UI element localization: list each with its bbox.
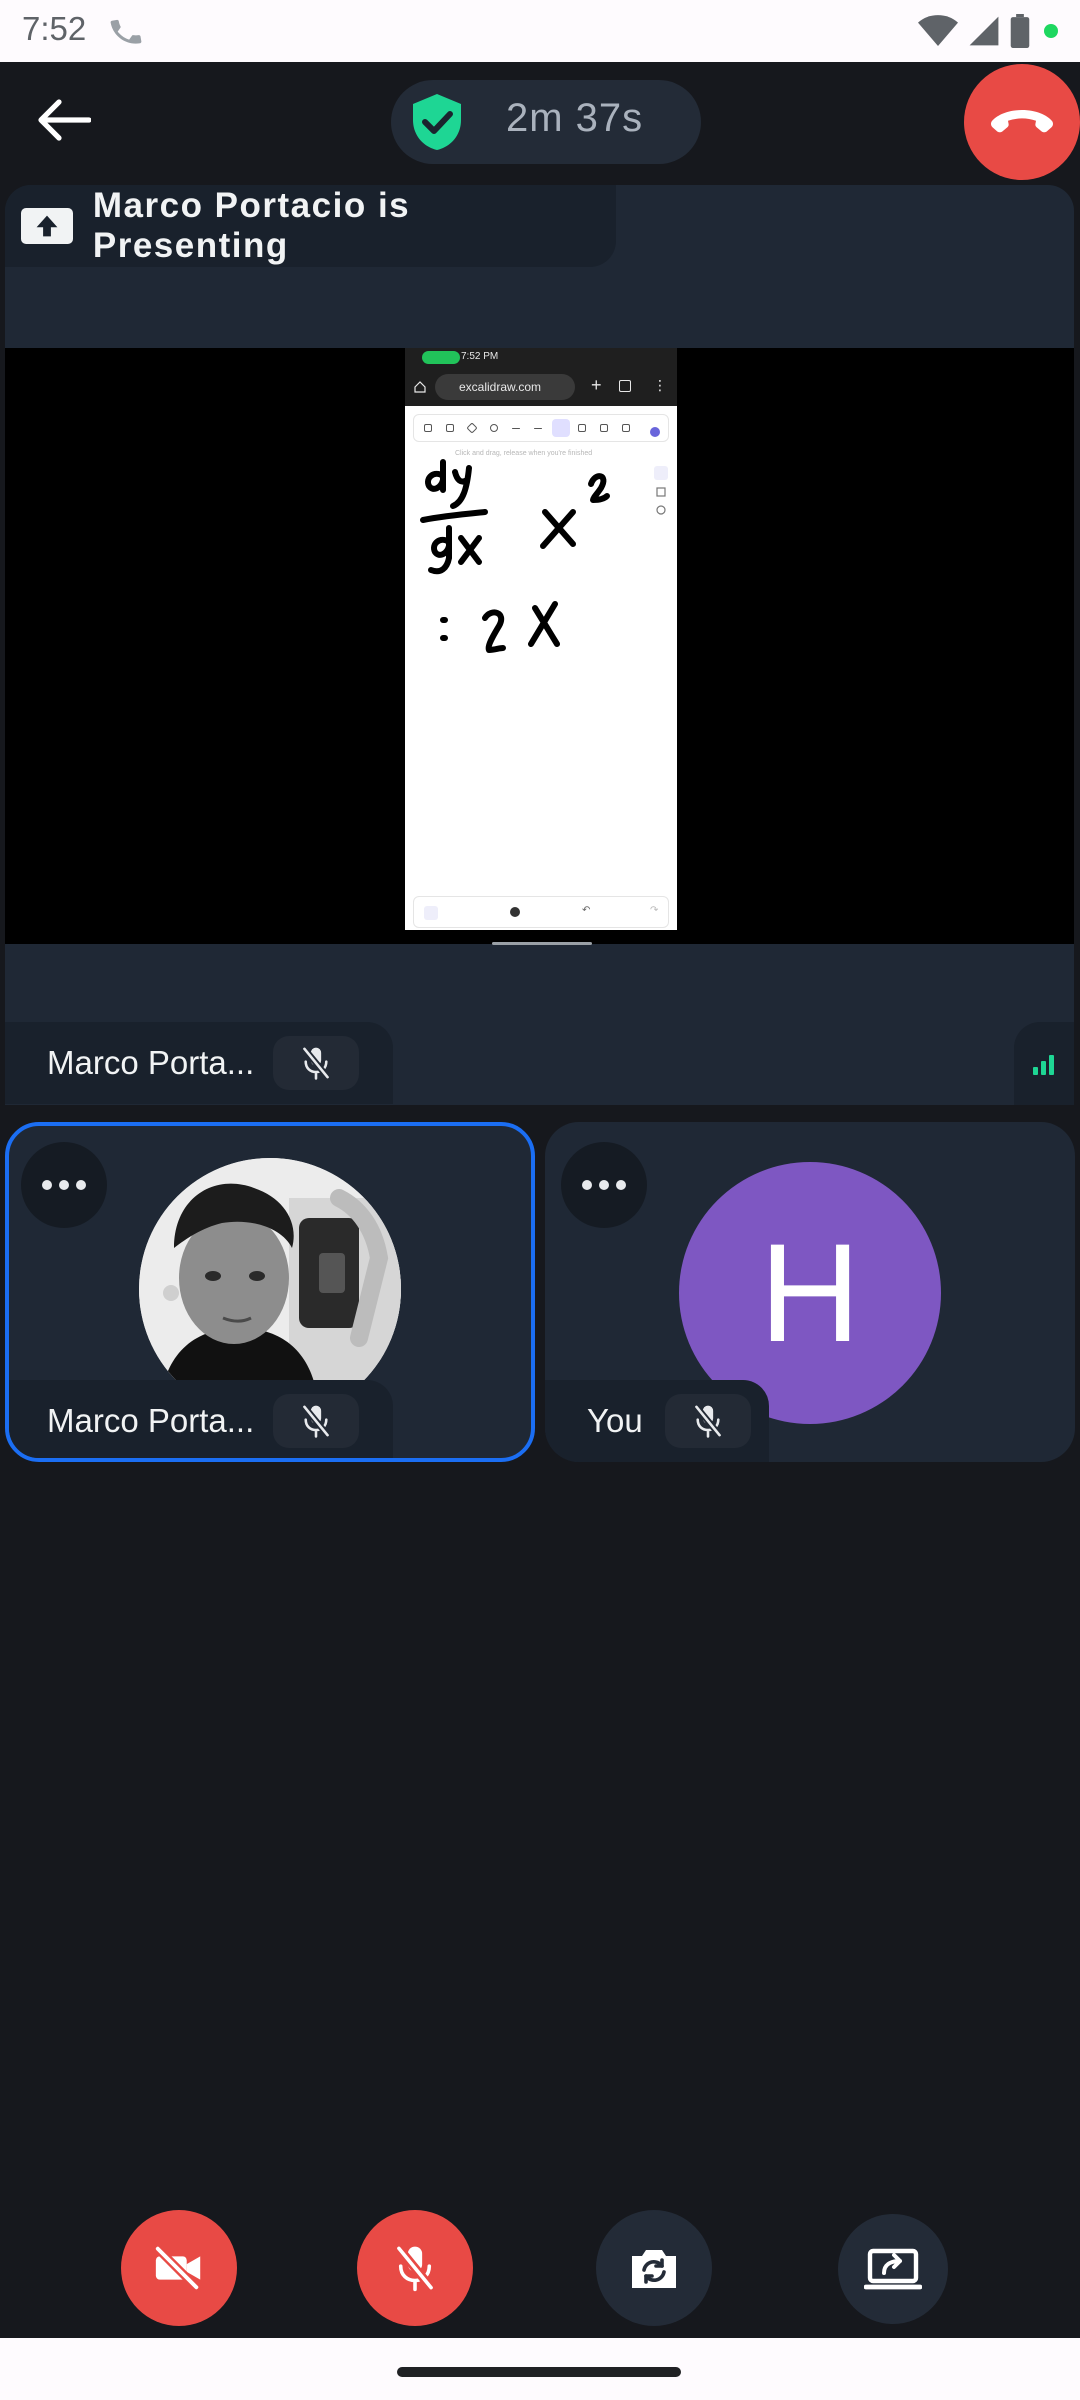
presenter-name: Marco Porta... [47,1044,255,1081]
shield-check-icon [413,94,461,150]
presenting-banner: Marco Portacio is Presenting [5,185,616,267]
home-gesture-handle[interactable] [397,2367,681,2377]
presenter-name-tag: Marco Porta... [5,1022,393,1104]
signal-bars-icon [1033,1054,1054,1075]
phone-hangup-icon [990,110,1054,133]
excalidraw-toolbar [413,414,669,442]
shared-screen-content: 7:52 PM excalidraw.com + ⋮ Click and dra… [405,348,677,938]
mic-off-icon [301,1046,331,1080]
connection-quality [1014,1022,1074,1105]
more-dot [42,1180,52,1190]
more-dot [582,1180,592,1190]
video-off-icon [154,2246,201,2290]
shared-call-pill [422,351,460,364]
participant-options-button[interactable] [561,1142,647,1228]
participant-name-tag: Marco Porta... [9,1380,393,1458]
share-screen-button[interactable] [838,2214,948,2324]
participant-tile-marco[interactable]: Marco Porta... [5,1122,535,1462]
tabs-icon [619,380,631,392]
more-dot [599,1180,609,1190]
call-icon [108,14,144,50]
shared-status-bar: 7:52 PM [405,348,677,368]
excalidraw-bottom-bar: ↶ ↷ [413,896,669,928]
more-dot [76,1180,86,1190]
presenter-muted-indicator [273,1036,359,1090]
call-duration: 2m 37s [506,96,644,140]
participant-tile-you[interactable]: H You [545,1122,1075,1462]
call-duration-pill: 2m 37s [391,80,701,164]
flip-camera-icon [632,2250,676,2288]
presentation-tile[interactable]: Marco Portacio is Presenting 7:52 PM exc… [5,185,1074,1105]
status-time: 7:52 [22,10,87,47]
battery-icon [1010,14,1030,48]
arrow-back-icon [38,99,91,141]
new-tab-icon: + [591,375,602,395]
participant-name: You [587,1402,643,1439]
participant-name: Marco Porta... [47,1402,255,1439]
camera-toggle-button[interactable] [121,2210,237,2326]
mic-off-icon [301,1404,331,1438]
shared-url: excalidraw.com [435,374,575,400]
browser-menu-icon: ⋮ [653,377,667,393]
status-bar: 7:52 [0,0,1080,62]
shared-home-indicator [492,942,592,945]
more-dot [59,1180,69,1190]
shared-screen: 7:52 PM excalidraw.com + ⋮ Click and dra… [5,348,1074,945]
mic-off-icon [693,1404,723,1438]
hang-up-button[interactable] [964,64,1080,180]
shared-browser-bar: excalidraw.com + ⋮ [405,368,677,406]
participant-options-button[interactable] [21,1142,107,1228]
privacy-indicator-dot [1044,24,1058,38]
handwritten-derivative-sketch [420,459,610,653]
cellular-signal-icon [969,16,999,46]
presenting-label: Marco Portacio is Presenting [92,186,411,265]
back-button[interactable] [30,92,96,148]
switch-camera-button[interactable] [596,2210,712,2326]
shared-time: 7:52 PM [461,351,499,362]
mic-toggle-button[interactable] [357,2210,473,2326]
more-dot [616,1180,626,1190]
mic-off-icon [395,2245,435,2292]
screen-share-icon [864,2248,922,2290]
participant-name-tag: You [545,1380,769,1462]
wifi-icon [918,15,958,46]
shared-canvas-hint: Click and drag, release when you're fini… [455,450,593,457]
participant-muted-indicator [273,1394,359,1448]
system-navigation-bar [0,2338,1080,2400]
participant-muted-indicator [665,1394,751,1448]
home-icon [414,381,426,393]
upload-icon [21,208,73,244]
